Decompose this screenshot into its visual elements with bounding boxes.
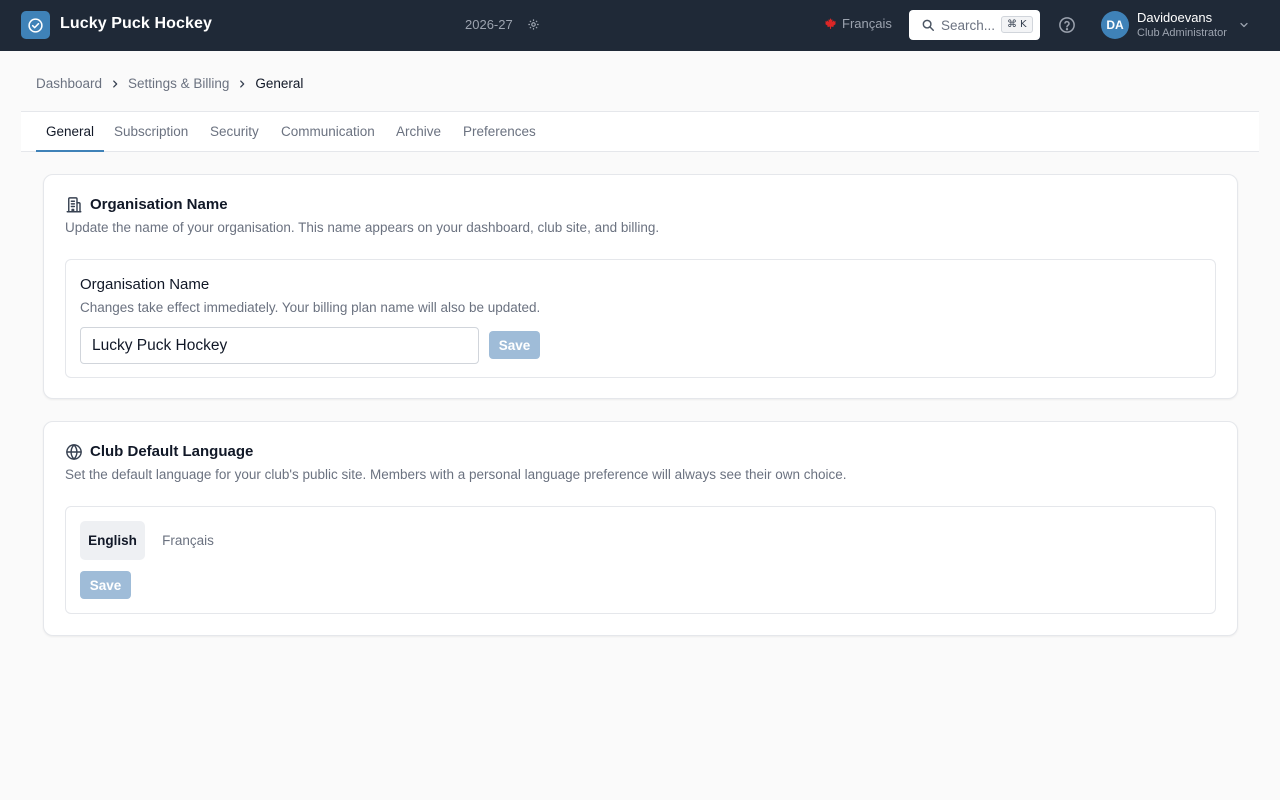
search-button[interactable]: Search... ⌘ K	[909, 10, 1040, 40]
language-option-french[interactable]: Français	[152, 521, 224, 560]
shortcut-key: K	[1020, 19, 1027, 30]
building-icon	[66, 197, 82, 213]
tab-communication[interactable]: Communication	[271, 112, 385, 151]
tab-archive[interactable]: Archive	[386, 112, 451, 151]
breadcrumb: Dashboard Settings & Billing General	[36, 76, 303, 91]
language-option-english[interactable]: English	[80, 521, 145, 560]
language-switcher[interactable]: Français	[824, 16, 892, 31]
organisation-name-panel: Organisation Name Changes take effect im…	[65, 259, 1216, 378]
chevron-right-icon	[110, 79, 120, 89]
breadcrumb-settings-billing[interactable]: Settings & Billing	[128, 76, 229, 91]
tab-general[interactable]: General	[36, 112, 105, 152]
tab-preferences[interactable]: Preferences	[453, 112, 546, 151]
club-default-language-card: Club Default Language Set the default la…	[43, 421, 1238, 636]
tab-security[interactable]: Security	[200, 112, 269, 151]
app-title[interactable]: Lucky Puck Hockey	[60, 15, 212, 33]
breadcrumb-current: General	[255, 76, 304, 91]
organisation-name-card: Organisation Name Update the name of you…	[43, 174, 1238, 399]
avatar[interactable]: DA	[1101, 11, 1129, 39]
search-placeholder: Search...	[941, 17, 996, 33]
check-circle-icon	[28, 17, 43, 33]
card-title: Club Default Language	[90, 443, 254, 460]
app-logo[interactable]	[21, 11, 50, 39]
user-name[interactable]: Davidoevans	[1137, 10, 1212, 25]
breadcrumb-dashboard[interactable]: Dashboard	[36, 76, 102, 91]
field-description: Changes take effect immediately. Your bi…	[80, 300, 541, 315]
tab-subscription[interactable]: Subscription	[104, 112, 198, 151]
chevron-right-icon	[237, 79, 247, 89]
help-icon[interactable]	[1058, 16, 1076, 34]
card-description: Set the default language for your club's…	[65, 467, 847, 482]
field-title: Organisation Name	[80, 276, 210, 293]
settings-tabs: General Subscription Security Communicat…	[21, 111, 1259, 152]
maple-leaf-icon	[825, 18, 836, 29]
command-key-icon: ⌘	[1007, 19, 1017, 30]
gear-icon[interactable]	[527, 18, 540, 31]
season-selector[interactable]: 2026-27	[465, 17, 513, 32]
save-language-button[interactable]: Save	[80, 571, 131, 599]
organisation-name-input[interactable]	[80, 327, 479, 364]
globe-icon	[66, 444, 82, 460]
card-title: Organisation Name	[90, 196, 228, 213]
search-icon	[922, 19, 934, 31]
top-bar: Lucky Puck Hockey 2026-27 Français Searc…	[0, 0, 1280, 51]
keyboard-shortcut-badge: ⌘ K	[1001, 16, 1033, 33]
save-organisation-name-button[interactable]: Save	[489, 331, 540, 359]
chevron-down-icon[interactable]	[1238, 19, 1250, 31]
user-role: Club Administrator	[1137, 27, 1227, 39]
language-panel: English Français Save	[65, 506, 1216, 614]
language-link-label: Français	[842, 16, 892, 31]
card-description: Update the name of your organisation. Th…	[65, 220, 660, 235]
